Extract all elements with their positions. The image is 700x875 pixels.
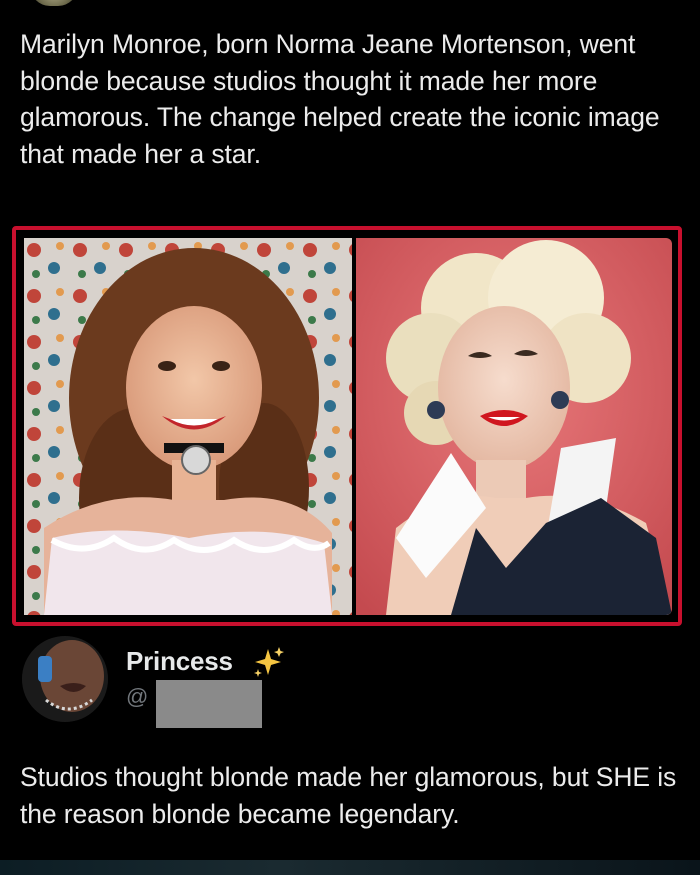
author-avatar[interactable] <box>30 0 78 6</box>
sparkles-icon <box>252 645 286 679</box>
reply-avatar[interactable] <box>22 636 108 722</box>
post-text: Marilyn Monroe, born Norma Jeane Mortens… <box>20 29 660 169</box>
reply-handle[interactable]: @ <box>126 684 148 710</box>
handle-redaction <box>156 680 262 728</box>
reply-display-name[interactable]: Princess <box>126 646 233 677</box>
photo-before[interactable] <box>24 238 352 615</box>
photo-after[interactable] <box>356 238 672 615</box>
media-comparison-frame[interactable] <box>12 226 682 626</box>
reply-text: Studios thought blonde made her glamorou… <box>20 762 677 829</box>
next-post-preview <box>0 860 700 875</box>
screenshot-page: Marilyn Monroe, born Norma Jeane Mortens… <box>0 0 700 875</box>
